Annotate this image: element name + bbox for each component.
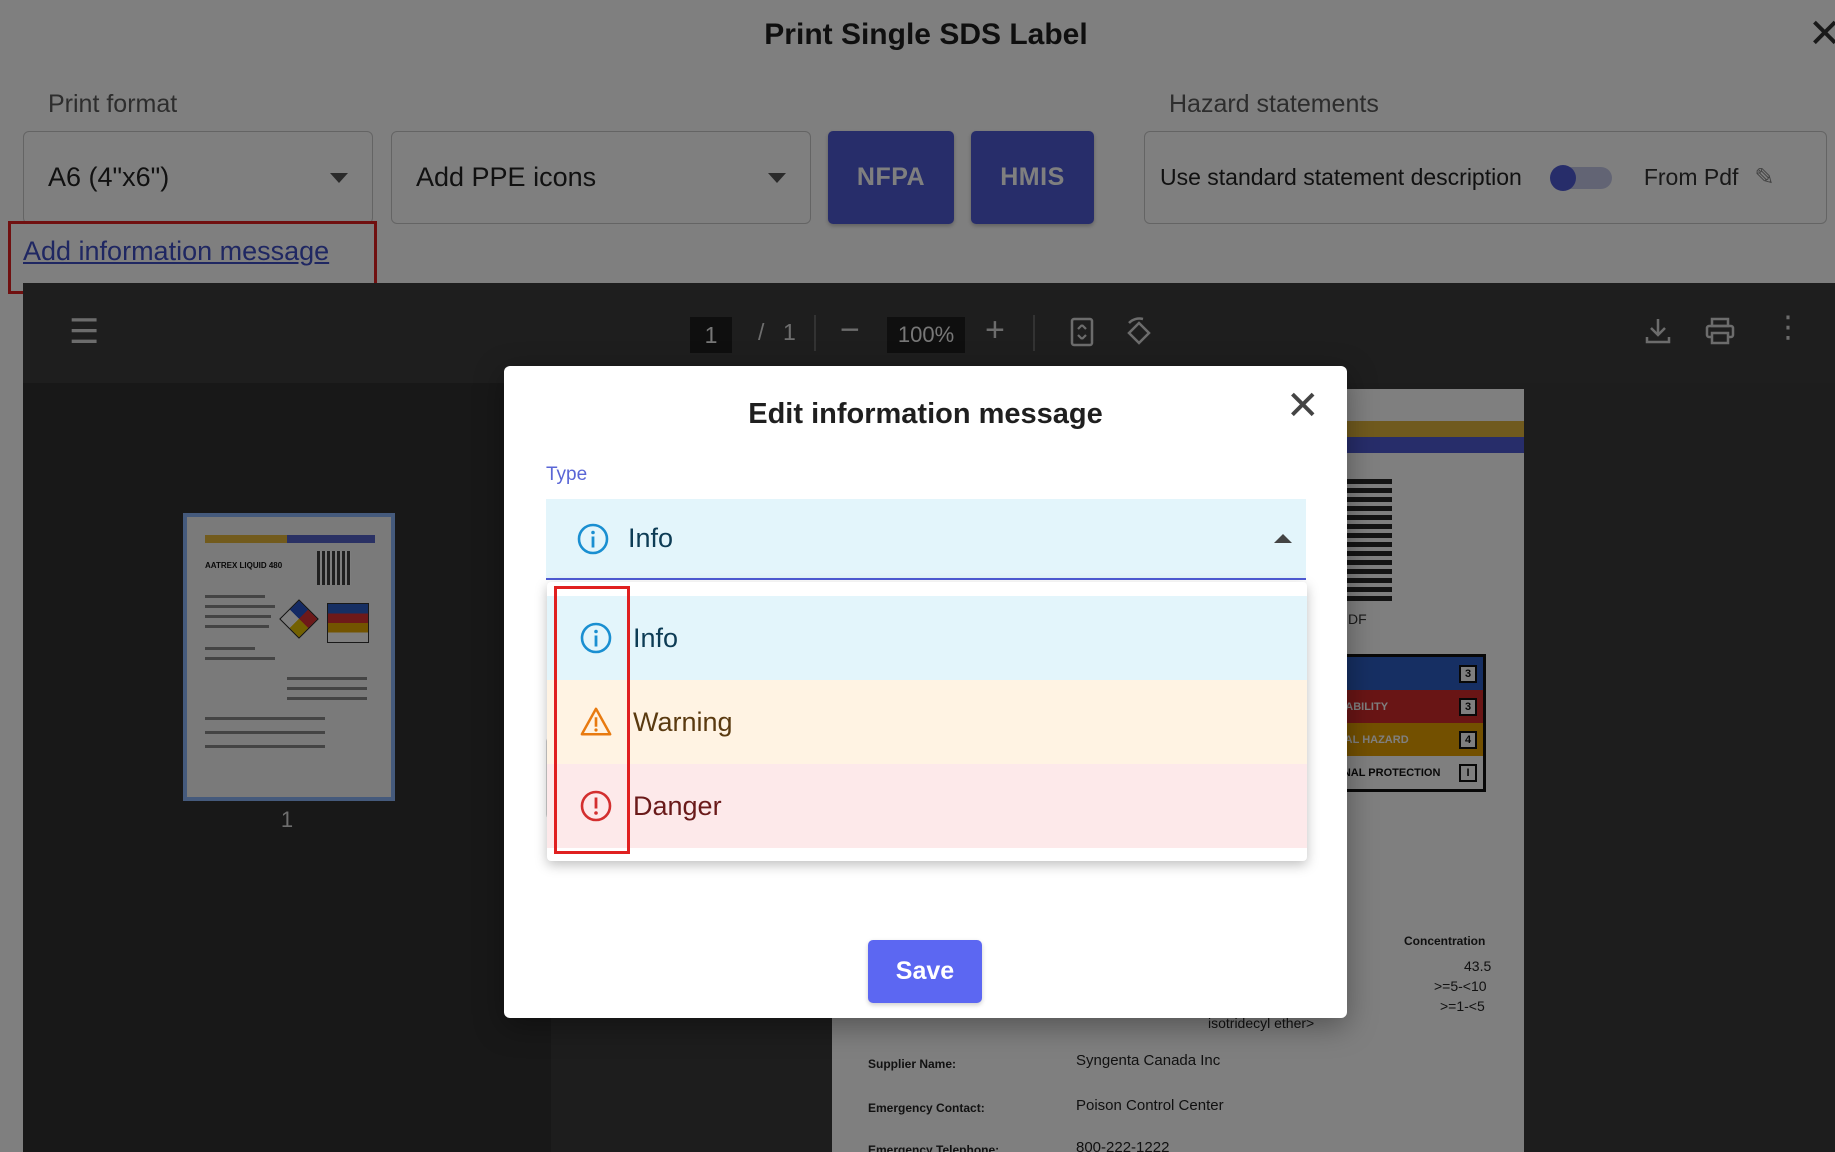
type-select[interactable]: Info xyxy=(546,499,1306,580)
option-label: Info xyxy=(633,622,679,653)
selected-type-value: Info xyxy=(628,523,674,553)
type-option-info[interactable]: Info xyxy=(547,596,1307,680)
save-button[interactable]: Save xyxy=(868,940,982,1003)
highlight-box-icons xyxy=(554,586,630,854)
close-icon[interactable]: ✕ xyxy=(1286,386,1320,426)
type-dropdown-menu: Info Warning Danger xyxy=(547,582,1307,861)
type-option-warning[interactable]: Warning xyxy=(547,680,1307,764)
modal-title: Edit information message xyxy=(748,398,1103,430)
option-label: Warning xyxy=(633,706,733,737)
chevron-up-icon xyxy=(1274,534,1292,543)
option-label: Danger xyxy=(633,790,722,821)
type-label: Type xyxy=(546,464,588,485)
info-circle-icon xyxy=(576,522,610,556)
type-option-danger[interactable]: Danger xyxy=(547,764,1307,848)
